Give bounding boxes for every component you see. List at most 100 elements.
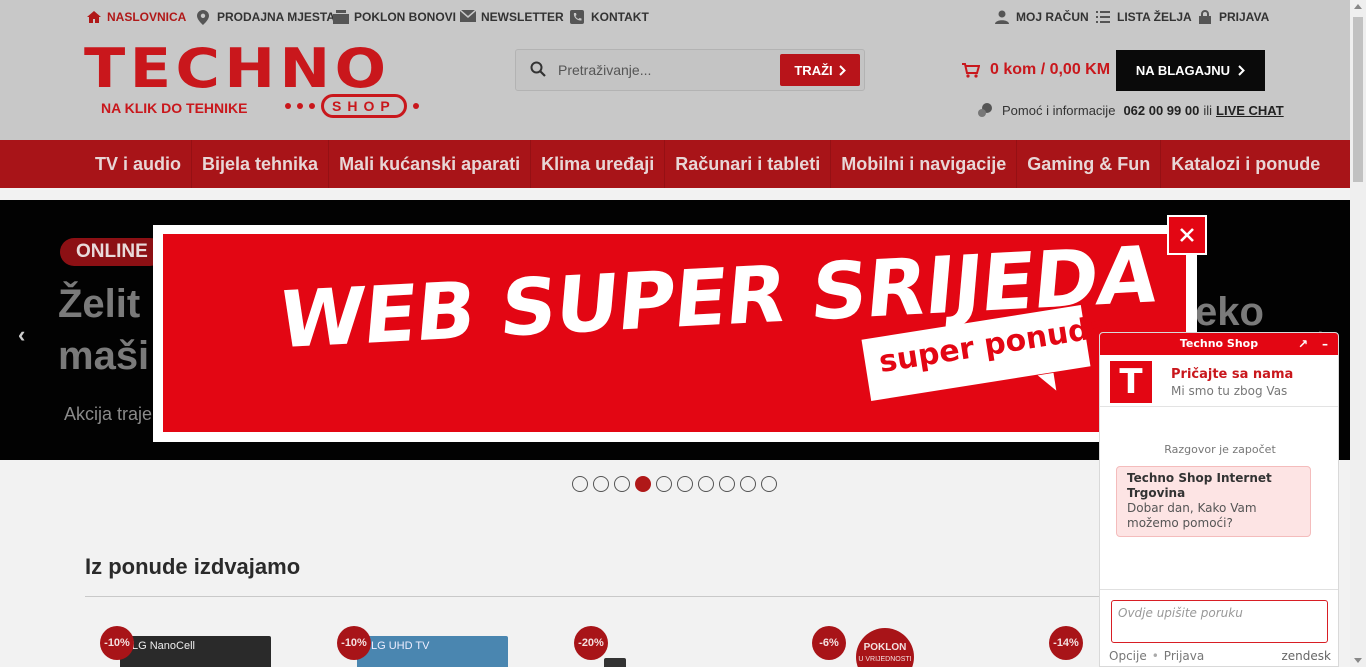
slider-dot[interactable] [698, 476, 714, 492]
nav-item-gaming-fun[interactable]: Gaming & Fun [1017, 140, 1162, 188]
scroll-up-arrow[interactable] [1354, 4, 1362, 9]
nav-item-air-conditioning[interactable]: Klima uređaji [531, 140, 666, 188]
checkout-button[interactable]: NA BLAGAJNU [1116, 50, 1265, 91]
search-bar: TRAŽI [515, 49, 865, 91]
contact-label: KONTAKT [591, 10, 649, 24]
help-text: Pomoć i informacije [1002, 103, 1116, 118]
login-label: PRIJAVA [1219, 10, 1270, 24]
section-title: Iz ponude izdvajamo [85, 554, 301, 579]
contact-link[interactable]: KONTAKT [570, 10, 649, 24]
chat-footer: Opcije • Prijava zendesk [1109, 649, 1331, 663]
slider-prev-arrow[interactable]: ‹ [18, 322, 25, 348]
discount-badge: -10% [337, 626, 371, 660]
account-link[interactable]: MOJ RAČUN [995, 10, 1089, 24]
slider-dot[interactable] [593, 476, 609, 492]
gift-card-icon [333, 10, 349, 24]
scrollbar-thumb[interactable] [1353, 17, 1363, 182]
page: NASLOVNICA PRODAJNA MJESTA POKLON BONOVI… [0, 0, 1366, 667]
slider-dot[interactable] [635, 476, 651, 492]
minimize-icon[interactable]: – [1322, 333, 1328, 355]
nav-item-mobile-navigation[interactable]: Mobilni i navigacije [831, 140, 1018, 188]
nav-item-small-appliances[interactable]: Mali kućanski aparati [329, 140, 532, 188]
envelope-icon [459, 9, 477, 24]
chat-agent-info: T Pričajte sa nama Mi smo tu zbog Vas [1100, 355, 1338, 407]
logo-shop-word: SHOP [321, 94, 407, 118]
search-input[interactable] [558, 60, 778, 80]
vouchers-link[interactable]: POKLON BONOVI [333, 10, 456, 24]
slider-dot[interactable] [740, 476, 756, 492]
slider-dot[interactable] [572, 476, 588, 492]
chat-started-note: Razgovor je započet [1164, 443, 1276, 456]
main-nav: TV i audio Bijela tehnika Mali kućanski … [0, 140, 1350, 188]
cart-summary[interactable]: 0 kom / 0,00 KM [962, 61, 1110, 79]
slider-dot[interactable] [656, 476, 672, 492]
product-image: LG UHD TV [357, 636, 508, 667]
promo-modal: WEB SUPER SRIJEDA super ponuda [153, 225, 1197, 442]
promo-banner[interactable]: WEB SUPER SRIJEDA super ponuda [163, 234, 1186, 432]
discount-badge: -6% [812, 626, 846, 660]
slider-dot[interactable] [614, 476, 630, 492]
hero-online-badge: ONLINE [60, 238, 164, 266]
hero-headline-line2: maši [58, 334, 150, 378]
chat-login-link[interactable]: Prijava [1164, 649, 1204, 663]
scroll-down-arrow[interactable] [1354, 658, 1362, 663]
wishlist-link[interactable]: LISTA ŽELJA [1096, 10, 1192, 24]
top-utility-bar: NASLOVNICA PRODAJNA MJESTA POKLON BONOVI… [0, 0, 1350, 36]
newsletter-link[interactable]: NEWSLETTER [459, 9, 564, 24]
logo-wordmark[interactable]: TECHNO [84, 42, 390, 96]
help-info: Pomoć i informacije 062 00 99 00 ili LIV… [978, 103, 1284, 118]
gift-badge-title: POKLON [863, 642, 907, 653]
vouchers-label: POKLON BONOVI [354, 10, 457, 24]
checkout-label: NA BLAGAJNU [1135, 63, 1231, 78]
modal-close-button[interactable] [1167, 215, 1207, 255]
lock-icon [1198, 10, 1212, 24]
chat-message-bubble: Techno Shop Internet Trgovina Dobar dan,… [1116, 466, 1311, 537]
chevron-right-icon [838, 64, 846, 76]
search-icon [530, 61, 546, 77]
live-chat-link[interactable]: LIVE CHAT [1216, 103, 1284, 118]
stores-label: PRODAJNA MJESTA [217, 10, 336, 24]
agent-name: Pričajte sa nama [1171, 367, 1294, 382]
nav-item-computers-tablets[interactable]: Računari i tableti [665, 140, 832, 188]
hero-headline-line1: Želit [58, 282, 141, 326]
slider-dot[interactable] [761, 476, 777, 492]
popout-icon[interactable]: ↗ [1298, 333, 1308, 355]
gift-badge: POKLON U VRIJEDNOSTI [856, 628, 914, 667]
home-icon [86, 10, 101, 24]
stores-link[interactable]: PRODAJNA MJESTA [196, 10, 336, 25]
nav-item-white-goods[interactable]: Bijela tehnika [192, 140, 330, 188]
phone-icon [570, 10, 584, 24]
chat-header[interactable]: Techno Shop ↗ – [1100, 333, 1338, 355]
site-header: TECHNO NA KLIK DO TEHNIKE SHOP TRAŽI 0 k… [0, 36, 1350, 140]
hero-subtext: Akcija traje [64, 404, 153, 424]
slider-dot[interactable] [677, 476, 693, 492]
logo-tagline: NA KLIK DO TEHNIKE [101, 100, 248, 116]
account-label: MOJ RAČUN [1016, 10, 1089, 24]
chevron-right-icon [1238, 65, 1245, 76]
chat-widget: Techno Shop ↗ – T Pričajte sa nama Mi sm… [1099, 332, 1339, 667]
hero-right-text: eko [1195, 290, 1264, 334]
page-scrollbar[interactable] [1350, 0, 1366, 667]
location-pin-icon [196, 10, 210, 25]
support-chat-icon [978, 103, 992, 117]
cart-summary-text: 0 kom / 0,00 KM [990, 61, 1111, 78]
zendesk-brand[interactable]: zendesk [1282, 649, 1332, 663]
product-image: LG NanoCell [120, 636, 271, 667]
slider-dot[interactable] [719, 476, 735, 492]
nav-home-link[interactable]: NASLOVNICA [86, 10, 186, 24]
logo-shop-mark: SHOP [285, 94, 419, 118]
chat-message-input[interactable]: Ovdje upišite poruku [1111, 600, 1328, 643]
login-link[interactable]: PRIJAVA [1198, 10, 1269, 24]
chat-options-link[interactable]: Opcije [1109, 649, 1147, 663]
help-phone: 062 00 99 00 [1123, 103, 1200, 118]
close-icon [1180, 228, 1194, 242]
chat-title: Techno Shop [1179, 337, 1259, 350]
newsletter-label: NEWSLETTER [481, 10, 564, 24]
nav-item-tv-audio[interactable]: TV i audio [85, 140, 193, 188]
product-brand: LG NanoCell [132, 640, 195, 652]
chat-message-sender: Techno Shop Internet Trgovina [1127, 471, 1272, 500]
search-button[interactable]: TRAŽI [780, 54, 860, 86]
help-or: ili [1203, 103, 1213, 118]
nav-item-catalogs-offers[interactable]: Katalozi i ponude [1161, 140, 1330, 188]
chat-message-text: Dobar dan, Kako Vam možemo pomoći? [1127, 501, 1257, 530]
